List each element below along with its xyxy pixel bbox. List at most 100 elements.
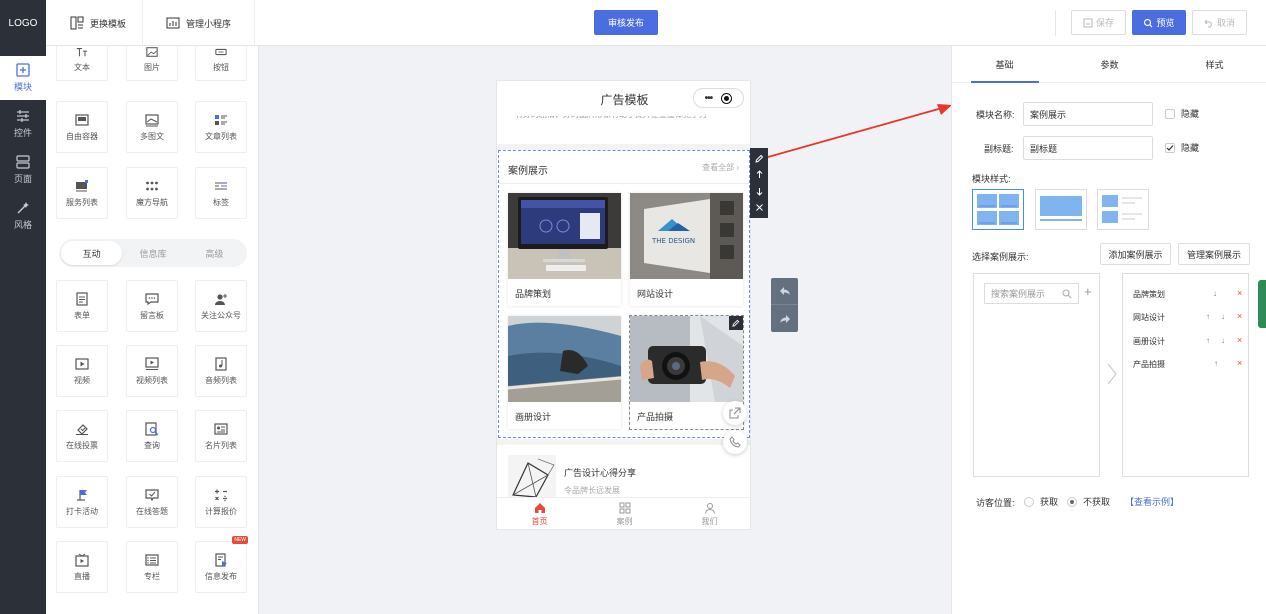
module-vote[interactable]: 在线投票 [56, 410, 108, 462]
module-multi-image-text[interactable]: 多图文 [126, 101, 178, 153]
grid-layout-icon [977, 194, 1019, 225]
module-grid-nav[interactable]: 魔方导航 [126, 167, 178, 219]
module-name-input[interactable]: 案例展示 [1023, 102, 1153, 126]
module-video-list[interactable]: 视频列表 [126, 345, 178, 397]
selected-item[interactable]: 品牌策划 ↓ × [1133, 288, 1243, 300]
magic-wand-icon [17, 202, 29, 214]
hide-title-checkbox[interactable]: 隐藏 [1165, 107, 1199, 120]
delete-icon[interactable] [755, 203, 764, 212]
mini-program-capsule[interactable]: ••• [693, 88, 744, 108]
tab-advanced[interactable]: 高级 [184, 241, 245, 265]
share-button[interactable] [723, 401, 747, 425]
remove-icon[interactable]: × [1237, 311, 1242, 321]
module-live[interactable]: 直播 [56, 541, 108, 593]
radio-get[interactable]: 获取 [1024, 495, 1058, 508]
subtitle-input[interactable]: 副标题 [1023, 136, 1153, 160]
more-icon[interactable]: ••• [705, 93, 713, 104]
case-card[interactable]: THE DESIGN 网站设计 [630, 193, 743, 306]
radio-circle-selected[interactable] [1067, 496, 1077, 507]
move-down-icon[interactable]: ↓ [1221, 336, 1225, 345]
module-quiz[interactable]: 在线答题 [126, 476, 178, 528]
manage-case-button[interactable]: 管理案例展示 [1178, 243, 1250, 265]
module-column[interactable]: 专栏 [126, 541, 178, 593]
preview-button[interactable]: 预览 [1132, 10, 1186, 35]
redo-button[interactable] [771, 305, 798, 332]
case-showcase-module[interactable]: 案例展示 查看全部 › 品牌策划 THE DESIGN 网站设计 画册设计 产品… [498, 150, 750, 438]
selected-item-label: 品牌策划 [1133, 290, 1165, 299]
case-search-input[interactable]: 搜索案例展示 [984, 283, 1079, 304]
module-message-board[interactable]: 留言板 [126, 280, 178, 332]
chevron-right-icon[interactable] [1106, 362, 1118, 386]
nav-item-pages[interactable]: 页面 [0, 148, 46, 192]
hide-subtitle-checkbox[interactable]: 隐藏 [1165, 141, 1199, 154]
style-option-grid[interactable] [972, 189, 1024, 230]
edit-icon[interactable] [729, 316, 743, 330]
move-up-icon[interactable]: ↑ [1214, 359, 1218, 368]
case-card[interactable]: 画册设计 [508, 316, 621, 429]
style-option-banner[interactable] [1035, 189, 1087, 230]
tab-basic[interactable]: 基础 [952, 46, 1057, 83]
tab-cases[interactable]: 案例 [582, 498, 667, 529]
search-icon [1144, 18, 1153, 27]
move-down-icon[interactable]: ↓ [1213, 289, 1217, 298]
selected-item[interactable]: 网站设计 ↑ ↓ × [1133, 311, 1243, 323]
tab-about[interactable]: 我们 [667, 498, 750, 529]
checkbox-box[interactable] [1165, 108, 1175, 119]
nav-item-modules[interactable]: 模块 [0, 56, 46, 100]
side-edge-tab[interactable] [1258, 280, 1266, 328]
module-audio-list[interactable]: 音频列表 [195, 345, 247, 397]
case-card[interactable]: 品牌策划 [508, 193, 621, 306]
tab-info-library[interactable]: 信息库 [122, 241, 183, 265]
article-item[interactable]: 广告设计心得分享 令品牌长远发展 [497, 445, 750, 497]
case-image-brand [508, 193, 621, 279]
query-icon [145, 421, 159, 436]
checkbox-box-checked[interactable] [1165, 142, 1175, 153]
cancel-button[interactable]: 取消 [1192, 10, 1247, 35]
module-image[interactable]: 图片 [126, 46, 178, 81]
save-button[interactable]: 保存 [1071, 10, 1126, 35]
nav-item-controls[interactable]: 控件 [0, 102, 46, 146]
radio-circle[interactable] [1024, 496, 1034, 507]
module-button[interactable]: 按钮 [195, 46, 247, 81]
close-target-icon[interactable] [721, 92, 733, 104]
undo-button[interactable] [771, 278, 798, 305]
module-video[interactable]: 视频 [56, 345, 108, 397]
move-up-icon[interactable]: ↑ [1206, 312, 1210, 321]
tab-params[interactable]: 参数 [1057, 46, 1162, 82]
add-case-button[interactable]: 添加案例展示 [1100, 243, 1171, 265]
module-card-list[interactable]: 名片列表 [195, 410, 247, 462]
nav-item-style[interactable]: 风格 [0, 194, 46, 238]
manage-app-button[interactable]: 管理小程序 [150, 0, 255, 46]
publish-button[interactable]: 审核发布 [594, 10, 658, 35]
view-all-link[interactable]: 查看全部 › [702, 162, 739, 173]
move-down-icon[interactable]: ↓ [1221, 312, 1225, 321]
module-form[interactable]: 表单 [56, 280, 108, 332]
selected-item[interactable]: 画册设计 ↑ ↓ × [1133, 335, 1243, 347]
module-calculator[interactable]: 计算报价 [195, 476, 247, 528]
module-free-container[interactable]: 自由容器 [56, 101, 108, 153]
tab-styles[interactable]: 样式 [1162, 46, 1266, 82]
phone-call-button[interactable] [723, 430, 747, 454]
module-service-list[interactable]: 服务列表 [56, 167, 108, 219]
selected-item[interactable]: 产品拍摄 ↑ × [1133, 358, 1243, 370]
move-down-icon[interactable] [755, 187, 764, 196]
tab-home[interactable]: 首页 [497, 498, 582, 529]
module-checkin[interactable]: 打卡活动 [56, 476, 108, 528]
module-text[interactable]: 文本 [56, 46, 108, 81]
module-tag[interactable]: 标签 [195, 167, 247, 219]
style-option-list[interactable] [1097, 189, 1149, 230]
radio-no-get[interactable]: 不获取 [1067, 495, 1110, 508]
remove-icon[interactable]: × [1237, 335, 1242, 345]
module-follow[interactable]: 关注公众号 [195, 280, 247, 332]
view-example-link[interactable]: 【查看示例】 [1125, 495, 1179, 508]
add-icon[interactable]: + [1084, 284, 1092, 299]
module-article-list[interactable]: 文章列表 [195, 101, 247, 153]
remove-icon[interactable]: × [1237, 358, 1242, 368]
move-up-icon[interactable] [755, 170, 764, 179]
change-template-button[interactable]: 更换模板 [54, 0, 144, 46]
module-query[interactable]: 查询 [126, 410, 178, 462]
remove-icon[interactable]: × [1237, 288, 1242, 298]
move-up-icon[interactable]: ↑ [1206, 336, 1210, 345]
module-publish-info[interactable]: 信息发布 NEW [195, 536, 248, 593]
tab-interactive[interactable]: 互动 [61, 241, 123, 265]
